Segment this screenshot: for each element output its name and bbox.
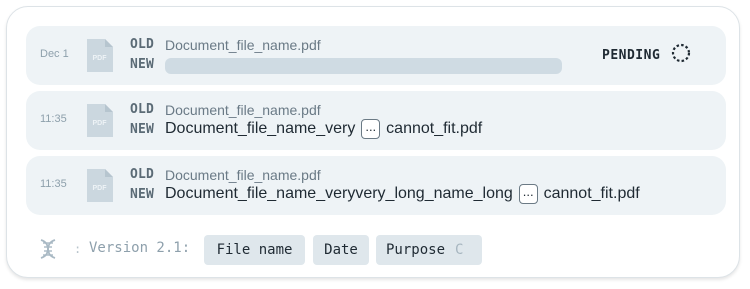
chip-purpose-suffix: C <box>455 242 464 258</box>
row-timestamp: Dec 1 <box>40 48 69 60</box>
status-text: PENDING <box>602 48 661 63</box>
expand-name-button[interactable]: ... <box>518 184 538 204</box>
chip-purpose-label: Purpose <box>386 242 446 258</box>
new-file-name: Document_file_name_very ... cannot_fit.p… <box>165 119 482 139</box>
old-file-name: Document_file_name.pdf <box>165 167 321 183</box>
old-label: OLD <box>130 102 155 117</box>
rename-row: Dec 1 PDF OLD NEW Document_file_name.pdf… <box>26 26 726 85</box>
new-label: NEW <box>130 122 155 137</box>
chip-file-name[interactable]: File name <box>204 235 305 265</box>
svg-text:PDF: PDF <box>93 120 108 127</box>
old-label: OLD <box>130 167 155 182</box>
naming-rule-footer: : Version 2.1: File name Date Purpose C <box>37 230 737 266</box>
row-timestamp: 11:35 <box>40 113 67 125</box>
version-label: Version 2.1: <box>89 240 191 256</box>
chip-purpose[interactable]: Purpose C <box>376 235 482 265</box>
new-name-placeholder <box>165 58 562 74</box>
rename-row: 11:35 PDF OLD NEW Document_file_name.pdf… <box>26 156 726 215</box>
rename-row: 11:35 PDF OLD NEW Document_file_name.pdf… <box>26 91 726 150</box>
row-timestamp: 11:35 <box>40 178 67 190</box>
dna-icon <box>40 239 56 259</box>
svg-text:PDF: PDF <box>93 185 108 192</box>
pdf-file-icon: PDF <box>87 169 113 202</box>
new-name-start: Document_file_name_very <box>165 120 356 137</box>
new-name-start: Document_file_name_veryvery_long_name_lo… <box>165 185 513 202</box>
new-label: NEW <box>130 57 155 72</box>
old-file-name: Document_file_name.pdf <box>165 37 321 53</box>
loading-spinner-icon <box>671 43 691 63</box>
pdf-file-icon: PDF <box>87 104 113 137</box>
svg-text:PDF: PDF <box>93 55 108 62</box>
old-label: OLD <box>130 37 155 52</box>
rename-card: Dec 1 PDF OLD NEW Document_file_name.pdf… <box>6 6 740 278</box>
chip-date[interactable]: Date <box>313 235 369 265</box>
new-name-end: cannot_fit.pdf <box>543 185 640 202</box>
pdf-file-icon: PDF <box>87 39 113 72</box>
separator-colon: : <box>74 242 82 256</box>
old-file-name: Document_file_name.pdf <box>165 102 321 118</box>
new-name-end: cannot_fit.pdf <box>386 120 483 137</box>
new-label: NEW <box>130 187 155 202</box>
new-file-name: Document_file_name_veryvery_long_name_lo… <box>165 184 640 204</box>
expand-name-button[interactable]: ... <box>361 119 381 139</box>
